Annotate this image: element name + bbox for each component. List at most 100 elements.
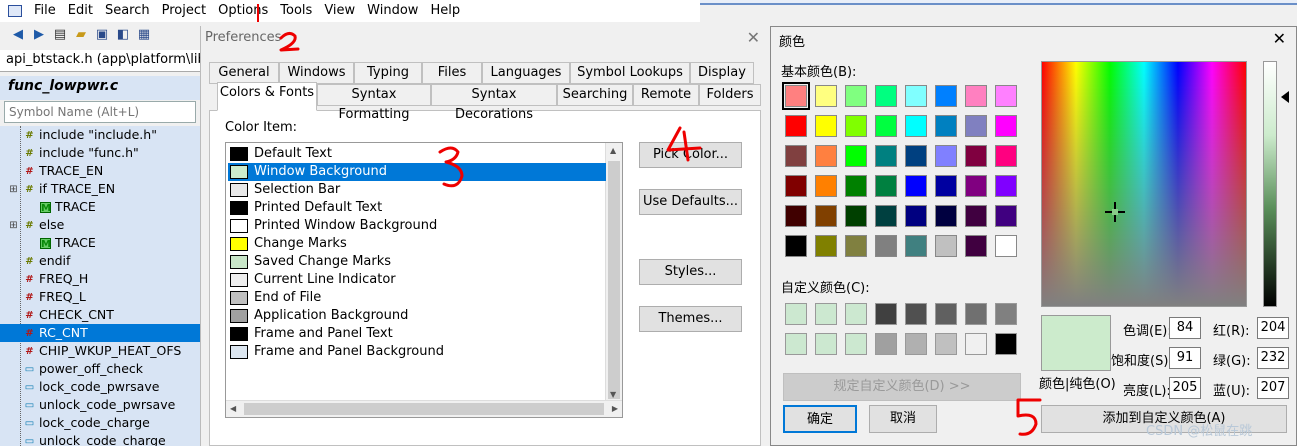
basic-color-swatch[interactable] [845, 115, 867, 137]
tab-syntax-formatting[interactable]: Syntax Formatting [317, 84, 431, 122]
basic-color-swatch[interactable] [935, 115, 957, 137]
custom-color-swatch[interactable] [815, 303, 837, 325]
blue-field[interactable]: 207 [1257, 377, 1289, 399]
custom-color-swatch[interactable] [845, 303, 867, 325]
luminance-field[interactable]: 205 [1169, 377, 1201, 399]
custom-color-swatch[interactable] [785, 333, 807, 355]
tab-syntax-decorations[interactable]: Syntax Decorations [431, 84, 557, 122]
tab-windows[interactable]: Windows [279, 62, 354, 84]
custom-color-swatch[interactable] [905, 333, 927, 355]
symbol-item[interactable]: ▭ power_off_check [0, 360, 200, 378]
green-field[interactable]: 232 [1257, 347, 1289, 369]
basic-color-swatch[interactable] [905, 115, 927, 137]
color-item[interactable]: Frame and Panel Background [228, 343, 606, 361]
symbol-item[interactable]: # TRACE_EN [0, 162, 200, 180]
custom-color-swatch[interactable] [875, 333, 897, 355]
open-folder-icon[interactable]: ▰ [73, 26, 89, 42]
basic-color-swatch[interactable] [905, 235, 927, 257]
basic-color-swatch[interactable] [995, 175, 1017, 197]
menu-item-options[interactable]: Options [212, 0, 274, 22]
save-all-icon[interactable]: ◧ [115, 26, 131, 42]
basic-color-swatch[interactable] [965, 205, 987, 227]
vertical-scrollbar[interactable]: ▲ ▼ [605, 143, 622, 401]
custom-color-swatch[interactable] [995, 303, 1017, 325]
basic-color-swatch[interactable] [875, 85, 897, 107]
basic-color-swatch[interactable] [782, 82, 810, 110]
menu-item-project[interactable]: Project [156, 0, 212, 22]
menu-item-file[interactable]: File [28, 0, 62, 22]
basic-color-swatch[interactable] [785, 115, 807, 137]
basic-color-swatch[interactable] [935, 85, 957, 107]
basic-color-swatch[interactable] [845, 145, 867, 167]
expand-icon[interactable]: ⊞ [8, 184, 19, 195]
color-item[interactable]: Printed Default Text [228, 199, 606, 217]
custom-color-swatch[interactable] [845, 333, 867, 355]
color-item[interactable]: Application Background [228, 307, 606, 325]
close-icon[interactable]: ✕ [747, 28, 760, 47]
symbol-item[interactable]: # CHIP_WKUP_HEAT_OFS [0, 342, 200, 360]
color-item-list[interactable]: ▲ ▼ ◀ ▶ Default Text Window Background Sel… [225, 142, 623, 418]
color-item[interactable]: Window Background [228, 163, 606, 181]
color-item[interactable]: Change Marks [228, 235, 606, 253]
basic-color-swatch[interactable] [785, 175, 807, 197]
basic-color-swatch[interactable] [905, 145, 927, 167]
basic-color-swatch[interactable] [845, 85, 867, 107]
expand-icon[interactable]: ⊞ [8, 220, 19, 231]
basic-color-swatch[interactable] [995, 115, 1017, 137]
symbol-item[interactable]: # CHECK_CNT [0, 306, 200, 324]
menu-item-tools[interactable]: Tools [274, 0, 318, 22]
tab-display[interactable]: Display [690, 62, 754, 84]
basic-color-swatch[interactable] [995, 85, 1017, 107]
symbol-item[interactable]: # FREQ_H [0, 270, 200, 288]
basic-color-swatch[interactable] [995, 205, 1017, 227]
color-spectrum[interactable] [1041, 61, 1247, 307]
basic-color-swatch[interactable] [995, 145, 1017, 167]
symbol-search-input[interactable] [4, 101, 196, 123]
menu-item-help[interactable]: Help [424, 0, 466, 22]
basic-color-swatch[interactable] [875, 205, 897, 227]
forward-arrow-icon[interactable]: ▶ [31, 26, 47, 42]
symbol-item[interactable]: # RC_CNT [0, 324, 200, 342]
basic-color-swatch[interactable] [965, 235, 987, 257]
saturation-field[interactable]: 91 [1169, 347, 1201, 369]
symbol-item[interactable]: # include "include.h" [0, 126, 200, 144]
horizontal-scrollbar[interactable]: ◀ ▶ [226, 400, 622, 417]
basic-color-swatch[interactable] [905, 175, 927, 197]
cancel-button[interactable]: 取消 [869, 405, 937, 433]
basic-color-swatch[interactable] [935, 175, 957, 197]
color-item[interactable]: End of File [228, 289, 606, 307]
menu-item-edit[interactable]: Edit [62, 0, 99, 22]
basic-color-swatch[interactable] [815, 85, 837, 107]
color-item[interactable]: Current Line Indicator [228, 271, 606, 289]
symbol-item[interactable]: ▭ lock_code_charge [0, 414, 200, 432]
symbol-item[interactable]: ▭ unlock_code_pwrsave [0, 396, 200, 414]
basic-color-swatch[interactable] [965, 85, 987, 107]
custom-color-swatch[interactable] [995, 333, 1017, 355]
tab-colors-fonts[interactable]: Colors & Fonts [217, 82, 317, 111]
close-file-icon[interactable]: ▦ [136, 26, 152, 42]
basic-color-swatch[interactable] [845, 205, 867, 227]
basic-color-swatch[interactable] [875, 115, 897, 137]
color-item[interactable]: Selection Bar [228, 181, 606, 199]
define-custom-colors-button[interactable]: 规定自定义颜色(D) >> [783, 373, 1021, 401]
tab-folders[interactable]: Folders [699, 84, 761, 106]
new-file-icon[interactable]: ▤ [52, 26, 68, 42]
basic-color-swatch[interactable] [875, 145, 897, 167]
basic-color-swatch[interactable] [785, 205, 807, 227]
basic-color-swatch[interactable] [815, 235, 837, 257]
symbol-item[interactable]: # include "func.h" [0, 144, 200, 162]
menu-item-search[interactable]: Search [99, 0, 156, 22]
tab-typing[interactable]: Typing [354, 62, 422, 84]
basic-color-swatch[interactable] [815, 145, 837, 167]
basic-color-swatch[interactable] [875, 235, 897, 257]
symbol-item[interactable]: ⊞ # else [0, 216, 200, 234]
basic-color-swatch[interactable] [905, 205, 927, 227]
symbol-item[interactable]: M TRACE [0, 234, 200, 252]
hue-field[interactable]: 84 [1169, 317, 1201, 339]
basic-color-swatch[interactable] [935, 235, 957, 257]
basic-color-swatch[interactable] [935, 205, 957, 227]
close-icon[interactable]: ✕ [1273, 29, 1286, 48]
basic-color-swatch[interactable] [815, 175, 837, 197]
symbol-item[interactable]: # endif [0, 252, 200, 270]
basic-color-swatch[interactable] [845, 175, 867, 197]
